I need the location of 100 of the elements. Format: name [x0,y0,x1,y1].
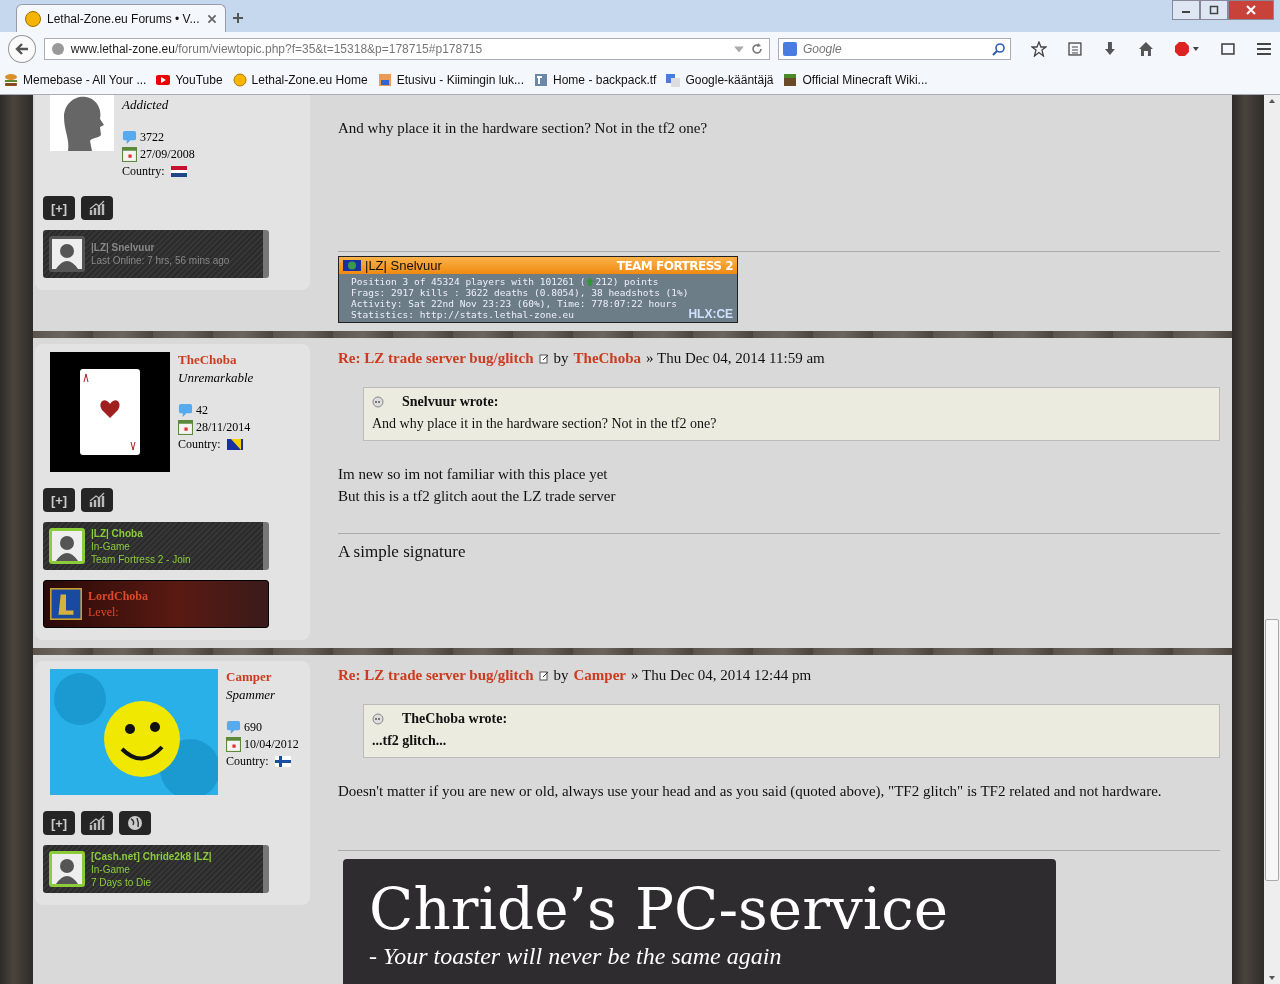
steam-name: |LZ| Choba [91,526,144,540]
list-icon[interactable] [1066,41,1083,57]
post-link-icon[interactable] [538,670,549,681]
flag-icon [170,166,187,177]
steam-name: [Cash.net] Chride2k8 |LZ| [91,849,212,863]
quote-author: Snelvuur wrote: [402,394,499,410]
post-link-icon[interactable] [538,353,549,364]
flag-icon [274,756,291,767]
calendar-icon [226,737,241,752]
google-icon [782,42,797,56]
back-arrow-icon [13,41,30,57]
maximize-button[interactable] [1200,0,1228,20]
website-button[interactable] [119,811,151,835]
bookmark[interactable]: Lethal-Zone.eu Home [232,73,368,87]
post-date: » Thu Dec 04, 2014 11:59 am [646,350,825,367]
expand-button[interactable]: [+] [43,811,75,835]
post-title[interactable]: Re: LZ trade server bug/glitch [338,667,534,684]
country-label: Country: [122,163,165,180]
search-field[interactable]: Google [777,38,1011,60]
scroll-down-icon[interactable] [1268,974,1276,982]
stats-text: Statistics: http://stats.lethal-zone.eu [351,309,575,320]
browser-tab[interactable]: Lethal-Zone.eu Forums • V... [16,4,226,32]
profile-badge[interactable]: |LZ| Choba In-Game Team Fortress 2 - Join [43,522,269,570]
bookmark-icon [377,73,392,87]
bookmark-icon [232,73,247,87]
up-arrow-icon [585,277,594,286]
post-text: And why place it in the hardware section? Not in the tf2 one? [338,119,709,138]
banner-subtitle: - Your toaster will never be the same again [369,942,783,971]
stats-text: 212) points [595,276,659,287]
search-icon[interactable] [991,42,1006,56]
profile-badge[interactable]: LordChoba Level: [43,580,269,628]
speech-bubble-icon [122,130,137,145]
profile-badge[interactable]: |LZ| Snelvuur Last Online: 7 hrs, 56 mins ago [43,230,269,278]
stats-button[interactable] [81,196,113,220]
bookmark[interactable]: YouTube [156,73,223,87]
maximize-icon [1209,5,1219,15]
post-count: 3722 [140,129,164,146]
bookmark-icon [156,73,171,87]
star-icon[interactable] [1030,41,1047,57]
bar-chart-icon [89,815,105,831]
author-name[interactable]: Camper [226,669,299,685]
calendar-icon [122,147,137,162]
flag-icon [226,439,243,450]
reload-icon[interactable] [750,43,763,55]
new-tab-icon[interactable] [232,12,244,24]
minimize-button[interactable] [1172,0,1200,20]
adblock-icon[interactable] [1174,41,1201,57]
scrollbar[interactable] [1264,95,1280,984]
stats-banner[interactable] [338,256,738,323]
address-bar[interactable]: www.lethal-zone.eu/forum/viewtopic.php?f=35&t=15318&p=178715#p178715 [43,38,770,60]
letter-l-icon [50,588,82,620]
bookmark[interactable]: Google-kääntäjä [666,73,774,87]
quote-text: And why place it in the hardware section? Not in the tf2 one? [372,416,718,432]
globe-icon [50,42,65,56]
steam-name: |LZ| Snelvuur [91,241,156,254]
close-icon[interactable] [205,12,218,25]
country-label: Country: [226,753,269,770]
scroll-thumb[interactable] [1265,618,1279,881]
user-rank: Spammer [226,687,277,703]
profile-badge[interactable]: [Cash.net] Chride2k8 |LZ| In-Game 7 Days to Die [43,845,269,893]
stats-text: Position 3 of 45324 players with 101261 ( [351,276,586,287]
window-icon[interactable] [1220,41,1237,57]
steam-status: 7 Days to Die [91,875,153,889]
author-name[interactable]: TheChoba [178,352,254,368]
join-date: 10/04/2012 [244,736,299,753]
bookmark[interactable]: Official Minecraft Wiki... [783,73,928,87]
stats-text: Frags: 2917 kills : 3622 deaths (0.8054), 38 headshots (1%) [351,287,689,298]
menu-icon[interactable] [1256,41,1272,57]
by-label: by [553,667,569,684]
scroll-up-icon[interactable] [1268,97,1276,105]
expand-button[interactable]: [+] [43,488,75,512]
post-author-link[interactable]: TheChoba [573,350,642,367]
steam-status: Team Fortress 2 - Join [91,552,191,566]
post-title[interactable]: Re: LZ trade server bug/glitch [338,350,534,367]
calendar-icon [178,420,193,435]
stats-button[interactable] [81,488,113,512]
bookmark-icon [666,73,681,87]
bookmark[interactable]: Home - backpack.tf [534,73,657,87]
player-name: |LZ| Snelvuur [365,258,443,273]
post-text: Im new so im not familiar with this place yet [338,465,609,484]
bookmark-icon [4,73,18,87]
back-button[interactable] [8,35,36,63]
bookmark[interactable]: Memebase - All Your ... [4,73,147,87]
globe-icon [343,260,361,271]
post-text: Doesn't matter if you are new or old, always use your head and as you said (quoted above), "TF2 glitch" is TF2 related and not hardware. [338,782,1163,801]
signature-text: A simple signature [338,541,467,563]
post-count: 42 [196,402,208,419]
join-date: 28/11/2014 [196,419,251,436]
by-label: by [553,350,569,367]
close-window-button[interactable] [1228,0,1274,20]
brand-logo: HLX:CE [688,309,734,320]
expand-button[interactable]: [+] [43,196,75,220]
bar-chart-icon [89,492,105,508]
stats-text: Activity: Sat 22nd Nov 23:23 (60%), Time: 778:07:22 hours [351,298,677,309]
stats-button[interactable] [81,811,113,835]
quote-author: TheChoba wrote: [402,711,508,727]
globe-icon [127,815,143,831]
home-icon[interactable] [1138,41,1155,57]
post-author-link[interactable]: Camper [573,667,627,684]
bookmark[interactable]: Etusivu - Kiimingin luk... [377,73,525,87]
